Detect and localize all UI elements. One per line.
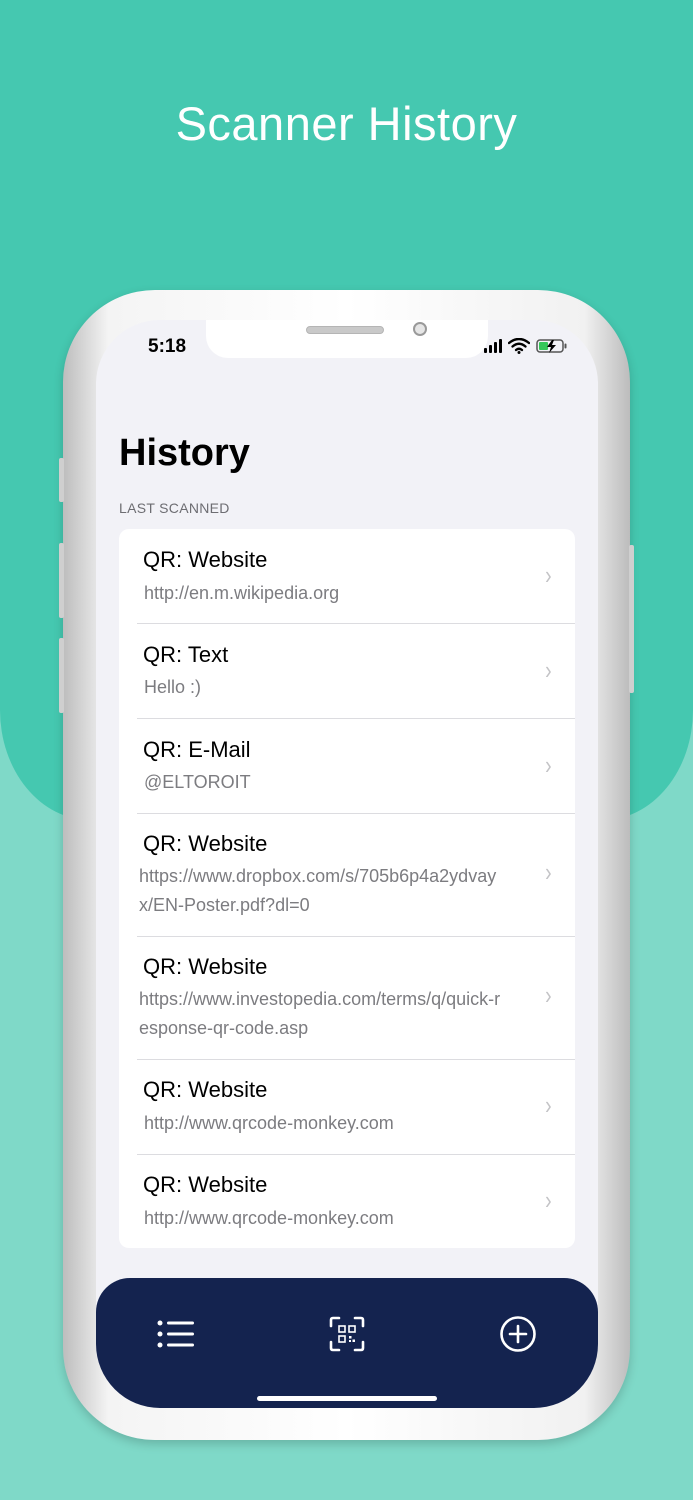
row-subtitle: @ELTOROIT xyxy=(144,772,251,792)
chevron-right-icon: › xyxy=(545,560,552,590)
page-title: History xyxy=(119,432,250,474)
chevron-right-icon: › xyxy=(545,1185,552,1215)
tab-scan[interactable] xyxy=(327,1314,367,1354)
row-subtitle: https://www.investopedia.com/terms/q/qui… xyxy=(139,989,501,1038)
history-row[interactable]: QR: E-Mail @ELTOROIT › xyxy=(119,718,575,813)
chevron-right-icon: › xyxy=(545,1090,552,1120)
row-title: QR: E-Mail xyxy=(143,737,251,762)
row-subtitle: Hello :) xyxy=(144,677,202,697)
history-row[interactable]: QR: Text Hello :) › xyxy=(119,623,575,718)
tab-bar xyxy=(96,1278,598,1408)
history-row[interactable]: QR: Website http://www.qrcode-monkey.com… xyxy=(119,1059,575,1154)
notch xyxy=(206,320,488,358)
speaker xyxy=(306,326,384,334)
phone-silent-switch xyxy=(59,458,64,502)
row-title: QR: Website xyxy=(143,1077,268,1102)
row-subtitle: http://www.qrcode-monkey.com xyxy=(144,1113,394,1133)
front-camera xyxy=(413,322,427,336)
phone-power-button xyxy=(629,545,634,693)
qr-scan-icon xyxy=(329,1316,365,1352)
history-row[interactable]: QR: Website http://en.m.wikipedia.org › xyxy=(119,529,575,623)
row-subtitle: https://www.dropbox.com/s/705b6p4a2ydvay… xyxy=(139,866,497,915)
chevron-right-icon: › xyxy=(545,857,552,887)
tab-history[interactable] xyxy=(156,1314,196,1354)
phone-volume-up xyxy=(59,543,64,618)
row-subtitle: http://en.m.wikipedia.org xyxy=(144,583,340,603)
battery-charging-icon xyxy=(536,339,567,353)
chevron-right-icon: › xyxy=(545,980,552,1010)
chevron-right-icon: › xyxy=(545,655,552,685)
row-title: QR: Website xyxy=(143,1172,268,1197)
home-indicator[interactable] xyxy=(257,1396,437,1401)
tab-add[interactable] xyxy=(498,1314,538,1354)
section-header: LAST SCANNED xyxy=(119,500,230,516)
status-time: 5:18 xyxy=(148,336,187,357)
row-title: QR: Text xyxy=(143,642,229,667)
list-icon xyxy=(157,1320,194,1348)
row-subtitle: http://www.qrcode-monkey.com xyxy=(144,1208,394,1228)
promo-title: Scanner History xyxy=(175,97,518,150)
history-row[interactable]: QR: Website http://www.qrcode-monkey.com… xyxy=(119,1154,575,1248)
signal-bars-icon xyxy=(484,339,502,353)
chevron-right-icon: › xyxy=(545,750,552,780)
status-icons xyxy=(484,338,568,354)
row-title: QR: Website xyxy=(143,954,268,979)
history-list: QR: Website http://en.m.wikipedia.org › … xyxy=(119,529,575,1248)
plus-circle-icon xyxy=(500,1316,536,1352)
wifi-icon xyxy=(508,338,530,354)
row-title: QR: Website xyxy=(143,831,268,856)
history-row[interactable]: QR: Website https://www.dropbox.com/s/70… xyxy=(119,813,575,936)
phone-screen: 5:18 History LAST SCANNED QR: Website ht… xyxy=(96,320,598,1408)
phone-volume-down xyxy=(59,638,64,713)
history-row[interactable]: QR: Website https://www.investopedia.com… xyxy=(119,936,575,1059)
row-title: QR: Website xyxy=(143,547,268,572)
